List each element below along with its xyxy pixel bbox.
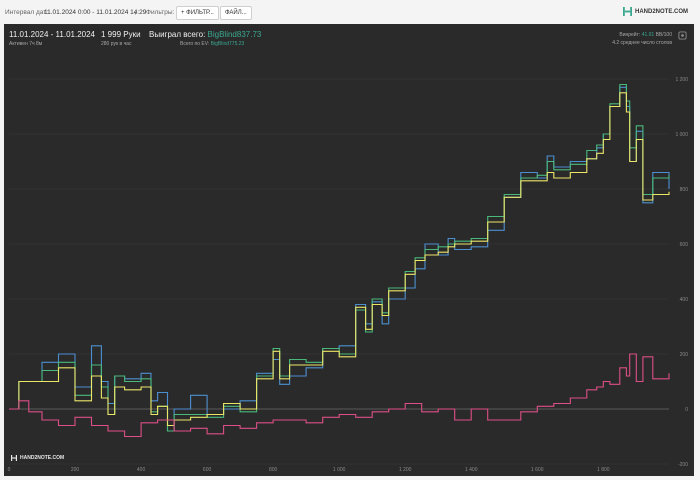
ev-label: Всего по EV: xyxy=(180,41,210,47)
avg-tables: 4.2 среднее число столов xyxy=(612,40,672,46)
y-tick-label: -200 xyxy=(678,462,688,468)
footer-logo-text: HAND2NOTE.COM xyxy=(20,455,65,461)
y-tick-label: 400 xyxy=(680,297,689,303)
y-tick-label: 0 xyxy=(685,407,688,413)
footer-logo: HAND2NOTE.COM xyxy=(11,455,64,461)
x-tick-label: 400 xyxy=(137,467,146,473)
interval-select[interactable]: 11.01.2024 0:00 - 11.01.2024 14:29 xyxy=(44,9,146,16)
y-tick-label: 200 xyxy=(680,352,689,358)
hands-count: 1 999 Руки xyxy=(101,30,141,39)
winrate: Винрейт: 41.91 BB/100 xyxy=(619,32,672,38)
x-tick-label: 600 xyxy=(203,467,212,473)
winrate-label: Винрейт: xyxy=(619,32,641,38)
date-range: 11.01.2024 - 11.01.2024 xyxy=(9,30,95,39)
y-tick-label: 800 xyxy=(680,187,689,193)
profit-chart: 1 200 1 000 800 600 400 200 0 -200 0 200 400 600 80… xyxy=(8,77,689,473)
footer-logo-mark-icon xyxy=(11,455,17,461)
won-value: BigBlind837.73 xyxy=(207,30,262,39)
top-toolbar: Интервал дат: 11.01.2024 0:00 - 11.01.20… xyxy=(0,0,700,24)
won-total: Выиграл всего: BigBlind837.73 xyxy=(149,30,261,39)
series-line-yellow xyxy=(9,92,670,427)
logo-text: HAND2NOTE.COM xyxy=(634,8,688,15)
interval-label: Интервал дат: xyxy=(5,9,49,16)
y-tick-label: 1 200 xyxy=(675,77,688,83)
winrate-value: 41.91 xyxy=(641,32,655,38)
x-tick-label: 1 400 xyxy=(465,467,478,473)
x-tick-label: 0 xyxy=(8,467,11,473)
graph-panel: 1 200 1 000 800 600 400 200 0 -200 0 200 400 600 80… xyxy=(4,24,694,476)
x-tick-label: 800 xyxy=(269,467,278,473)
x-tick-label: 1 200 xyxy=(399,467,412,473)
ev-value: BigBlind775.23 xyxy=(210,41,245,47)
x-tick-label: 1 000 xyxy=(333,467,346,473)
y-tick-label: 600 xyxy=(680,242,689,248)
series-line-blue xyxy=(9,86,670,432)
brand-logo: HAND2NOTE.COM xyxy=(622,7,688,16)
y-tick-label: 1 000 xyxy=(675,132,688,138)
settings-icon[interactable] xyxy=(678,31,687,40)
file-button[interactable]: ФАЙЛ... xyxy=(220,6,252,20)
x-tick-label: 1 800 xyxy=(597,467,610,473)
hands-per-hour: 280 рук в час xyxy=(101,41,132,47)
active-time: Активен 7ч 8м xyxy=(9,41,43,47)
x-tick-label: 200 xyxy=(71,467,80,473)
winrate-unit: BB/100 xyxy=(655,32,672,38)
x-tick-label: 1 600 xyxy=(531,467,544,473)
series-line-green xyxy=(9,83,670,432)
won-label: Выиграл всего: xyxy=(149,30,206,39)
filters-label: Фильтры: xyxy=(146,9,175,16)
chevron-down-icon[interactable]: ▾ xyxy=(134,9,137,17)
logo-mark-icon xyxy=(622,7,632,16)
add-filter-button[interactable]: + ФИЛЬТР... xyxy=(176,6,219,20)
ev-total: Всего по EV: BigBlind775.23 xyxy=(180,41,244,47)
